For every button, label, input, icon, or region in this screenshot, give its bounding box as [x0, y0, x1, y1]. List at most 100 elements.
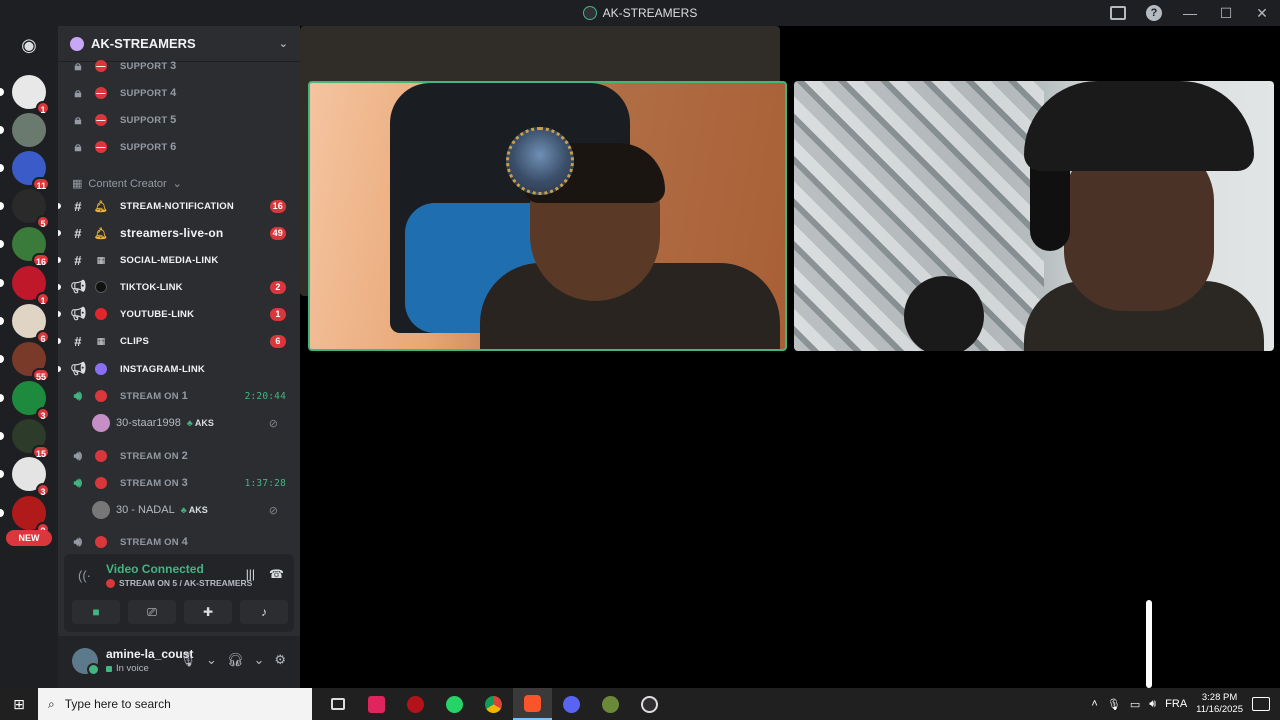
avatar [506, 127, 574, 195]
app-icon[interactable] [591, 688, 630, 720]
channel-name: SUPPORT 6 [120, 141, 177, 153]
obs-icon[interactable] [630, 688, 669, 720]
channel-name: STREAM-NOTIFICATION [120, 200, 234, 212]
voice-channel-link[interactable]: STREAM ON 5 / AK-STREAMERS [106, 578, 252, 588]
inbox-icon[interactable] [1110, 6, 1126, 20]
unread-indicator [58, 203, 61, 209]
discord-home-icon[interactable]: ◉ [12, 32, 46, 58]
disconnect-icon[interactable]: ☎ [269, 567, 284, 581]
avatar[interactable] [72, 648, 100, 676]
server-icon[interactable]: 3 [0, 457, 50, 497]
bell-icon: 🔔︎ [93, 200, 109, 213]
help-icon[interactable]: ? [1146, 5, 1162, 21]
noise-suppression-icon[interactable]: ||| [246, 567, 255, 581]
video-tile-1[interactable] [308, 81, 787, 351]
mention-badge: 55 [31, 368, 50, 382]
chevron-down-icon[interactable]: ⌄ [206, 652, 217, 668]
unread-indicator [0, 317, 4, 325]
discord-icon[interactable] [552, 688, 591, 720]
channel-support-6[interactable]: 🔒︎ — SUPPORT 6 [58, 135, 300, 159]
voice-timer: 1:37:28 [244, 477, 286, 489]
recorder-app-icon[interactable] [357, 688, 396, 720]
channel-support-4[interactable]: 🔒︎ — SUPPORT 4 [58, 81, 300, 105]
volume-icon[interactable]: 🔊︎ [1149, 698, 1156, 711]
whatsapp-icon[interactable] [435, 688, 474, 720]
soundboard-button[interactable]: ♪ [240, 600, 288, 624]
server-icon[interactable]: 3 [0, 381, 50, 421]
activities-button[interactable]: ✚ [184, 600, 232, 624]
server-icon[interactable]: 55 [0, 342, 50, 382]
video-stage [300, 26, 1280, 688]
channel-streamers-live-on[interactable]: # 🔔︎ streamers-live-on 49 [58, 221, 300, 245]
new-badge[interactable]: NEW [6, 530, 52, 546]
server-icon[interactable]: 6 [0, 304, 50, 344]
app-icon[interactable] [396, 688, 435, 720]
channel-clips[interactable]: # ▦ CLIPS 6 [58, 329, 300, 353]
brave-icon[interactable] [513, 688, 552, 720]
gear-icon[interactable]: ⚙ [274, 652, 286, 668]
server-icon[interactable]: 11 [0, 151, 50, 191]
search-icon: ⌕ [48, 696, 55, 711]
language-indicator[interactable]: FRA [1165, 698, 1187, 710]
microphone-icon[interactable]: 🎙︎ [180, 652, 197, 668]
taskbar-apps [318, 688, 669, 720]
camera-button[interactable]: ■ [72, 600, 120, 624]
microphone-icon[interactable]: 🎙︎ [1107, 698, 1121, 711]
no-entry-icon: — [95, 141, 107, 153]
mention-badge: 11 [32, 177, 50, 191]
signal-icon[interactable]: ((· [78, 568, 91, 583]
unread-indicator [58, 366, 61, 372]
channel-tiktok-link[interactable]: 📢︎ TIKTOK-LINK 2 [58, 275, 300, 299]
guild-icon [70, 36, 84, 51]
channel-support-3[interactable]: 🔒︎ — SUPPORT 3 [58, 54, 300, 78]
unread-indicator [58, 257, 61, 263]
scroll-handle[interactable] [1146, 600, 1152, 688]
server-logo-icon [582, 6, 597, 20]
clock[interactable]: 3:28 PM 11/16/2025 [1196, 692, 1243, 716]
voice-icon [106, 665, 112, 672]
search-box[interactable]: ⌕ Type here to search [38, 688, 312, 720]
channel-instagram-link[interactable]: 📢︎ INSTAGRAM-LINK [58, 357, 300, 381]
server-icon[interactable]: 15 [0, 419, 50, 459]
voice-user[interactable]: 30-staar1998 ♣ AKS ⊘ [92, 412, 292, 434]
voice-channel-stream-on-2[interactable]: 🔊︎ STREAM ON 2 [58, 444, 300, 468]
record-icon [95, 450, 107, 462]
voice-channel-stream-on-4[interactable]: 🔊︎ STREAM ON 4 [58, 530, 300, 554]
channel-social-media-link[interactable]: # ▦ SOCIAL-MEDIA-LINK [58, 248, 300, 272]
video-tile-2[interactable] [794, 81, 1274, 351]
channel-name: SUPPORT 5 [120, 114, 177, 126]
chevron-down-icon[interactable]: ⌄ [253, 652, 264, 668]
server-icon[interactable]: 9 [0, 496, 50, 536]
maximize-button[interactable]: ☐ [1208, 5, 1244, 22]
voice-user[interactable]: 30 - NADAL ♣ AKS ⊘ [92, 499, 292, 521]
voice-channel-stream-on-3[interactable]: 🔊︎ STREAM ON 3 1:37:28 [58, 471, 300, 495]
voice-channel-stream-on-1[interactable]: 🔊︎ STREAM ON 1 2:20:44 [58, 384, 300, 408]
server-icon[interactable]: 1 [0, 266, 50, 306]
windows-start-icon[interactable]: ⊞ [0, 696, 38, 713]
minimize-button[interactable]: — [1172, 5, 1208, 21]
server-icon[interactable]: 1 [0, 75, 50, 115]
channel-youtube-link[interactable]: 📢︎ YOUTUBE-LINK 1 [58, 302, 300, 326]
mention-badge: 16 [31, 253, 50, 267]
channel-stream-notification[interactable]: # 🔔︎ STREAM-NOTIFICATION 16 [58, 194, 300, 218]
mention-count: 1 [270, 307, 286, 321]
chrome-icon[interactable] [474, 688, 513, 720]
chevron-up-icon[interactable]: ˄ [1091, 698, 1097, 710]
channel-sidebar: AK-STREAMERS ⌄ 🔒︎ — SUPPORT 3 🔒︎ — SUPPO… [58, 26, 300, 688]
headphones-icon[interactable]: 🎧︎ [227, 652, 244, 668]
megaphone-icon: 📢︎ [70, 361, 87, 376]
mention-badge: 3 [36, 483, 50, 497]
server-icon[interactable] [0, 113, 46, 147]
screen-share-button[interactable]: ⎚ [128, 600, 176, 624]
mention-badge: 15 [31, 445, 50, 459]
close-button[interactable]: ✕ [1244, 5, 1280, 22]
notification-icon[interactable] [1252, 697, 1270, 711]
voice-status[interactable]: Video Connected [106, 562, 204, 576]
task-view-icon[interactable] [318, 688, 357, 720]
network-icon[interactable]: ▭ [1130, 698, 1140, 711]
server-icon[interactable]: 5 [0, 189, 50, 229]
channel-support-5[interactable]: 🔒︎ — SUPPORT 5 [58, 108, 300, 132]
server-icon[interactable]: 16 [0, 227, 50, 267]
category-content-creator[interactable]: ▦ Content Creator ⌄ [72, 177, 182, 191]
chevron-down-icon[interactable]: ⌄ [279, 37, 288, 50]
